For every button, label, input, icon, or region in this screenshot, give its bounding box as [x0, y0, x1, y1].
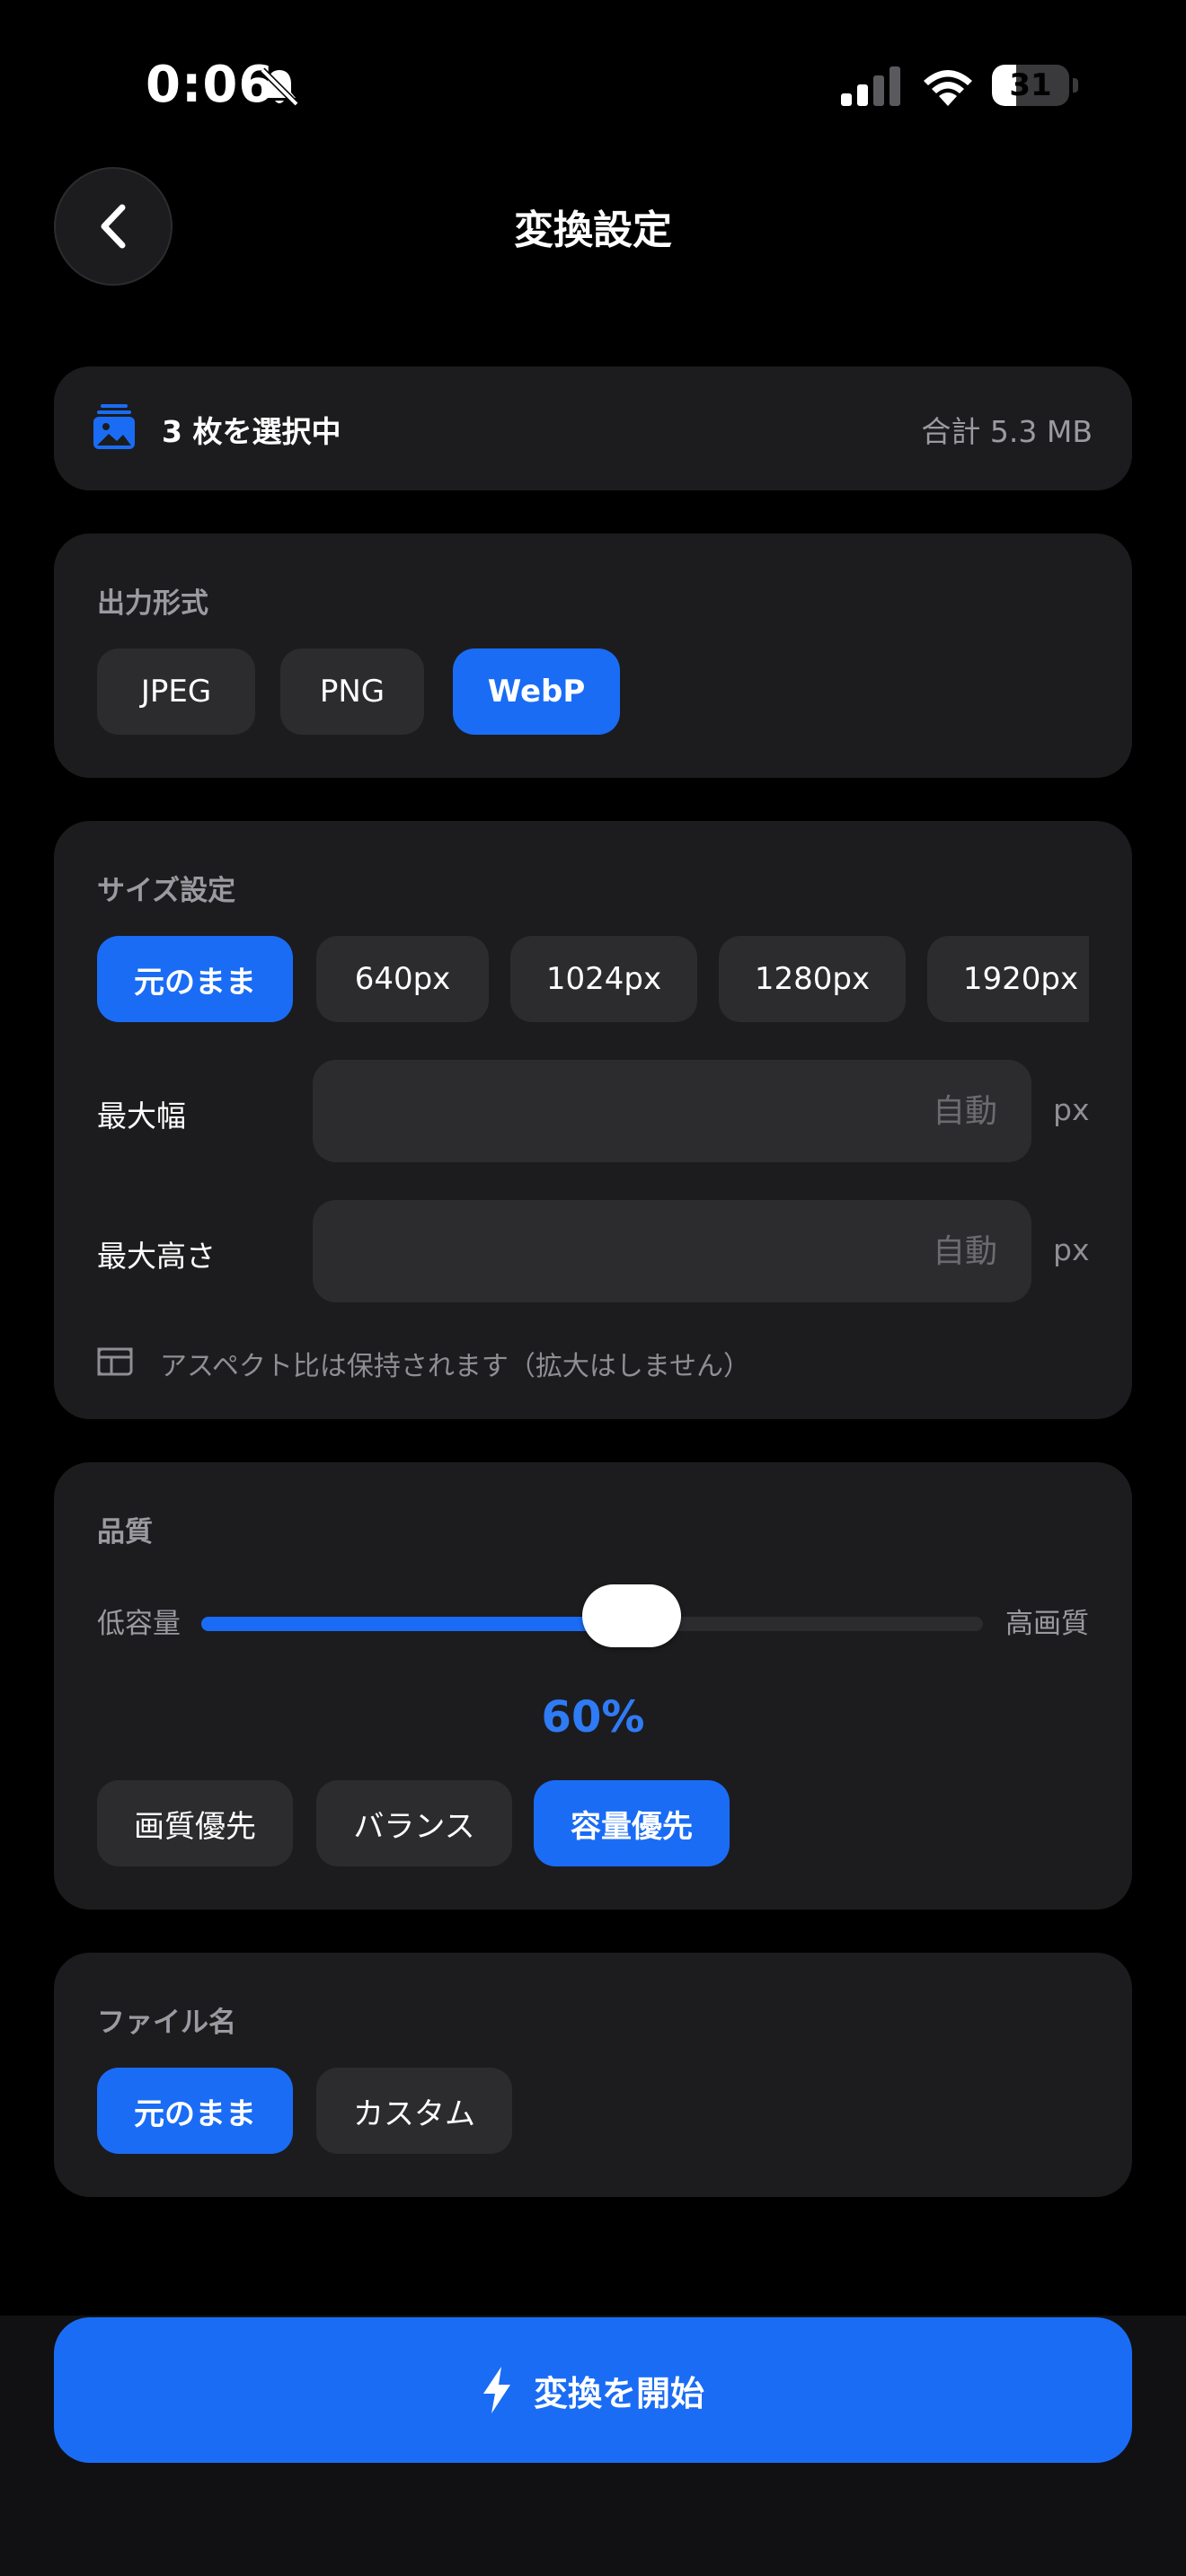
- quality-max-label: 高画質: [1005, 1608, 1089, 1640]
- selection-total-size: 合計 5.3 MB: [921, 414, 1093, 449]
- selection-count: 3 枚を選択中: [162, 414, 341, 449]
- format-option-png[interactable]: PNG: [280, 648, 424, 735]
- bell-off-icon: [260, 67, 299, 107]
- size-preset-original[interactable]: 元のまま: [97, 936, 293, 1022]
- output-format-card: 出力形式 JPEG PNG WebP: [54, 534, 1132, 778]
- filename-option-original[interactable]: 元のまま: [97, 2068, 293, 2154]
- max-height-input[interactable]: [313, 1200, 1031, 1302]
- cellular-signal-icon: [841, 66, 900, 106]
- quality-preset-size-priority[interactable]: 容量優先: [534, 1780, 730, 1866]
- quality-min-label: 低容量: [97, 1608, 181, 1640]
- quality-value: 60%: [541, 1692, 645, 1742]
- conversion-settings-screen: 0:06 31 変換設定 3 枚を選択中 合計 5.3 MB 出力形式 JPEG…: [0, 0, 1186, 2576]
- battery-indicator: 31: [992, 65, 1078, 106]
- size-settings-card: サイズ設定 元のまま 640px 1024px 1280px 1920px 最大…: [54, 821, 1132, 1419]
- quality-slider[interactable]: [201, 1584, 983, 1647]
- size-preset-1280[interactable]: 1280px: [719, 936, 906, 1022]
- format-option-jpeg[interactable]: JPEG: [97, 648, 255, 735]
- quality-label: 品質: [97, 1516, 153, 1548]
- status-bar: 0:06 31: [0, 0, 1186, 171]
- selection-summary-card: 3 枚を選択中 合計 5.3 MB: [54, 366, 1132, 490]
- quality-slider-fill: [201, 1617, 632, 1631]
- filename-option-custom[interactable]: カスタム: [316, 2068, 512, 2154]
- page-title: 変換設定: [514, 207, 672, 253]
- status-time: 0:06: [146, 56, 275, 114]
- size-preset-1920[interactable]: 1920px: [927, 936, 1089, 1022]
- aspect-ratio-note: アスペクト比は保持されます（拡大はしません）: [160, 1351, 750, 1382]
- size-preset-1024[interactable]: 1024px: [510, 936, 697, 1022]
- quality-preset-image-priority[interactable]: 画質優先: [97, 1780, 293, 1866]
- quality-preset-balance[interactable]: バランス: [316, 1780, 512, 1866]
- max-width-unit: px: [1053, 1092, 1090, 1127]
- bolt-icon: [482, 2367, 510, 2413]
- max-height-unit: px: [1053, 1232, 1090, 1267]
- quality-card: 品質 低容量 高画質 60% 画質優先 バランス 容量優先: [54, 1462, 1132, 1910]
- photo-stack-icon: [93, 404, 135, 449]
- filename-label: ファイル名: [97, 2007, 236, 2039]
- aspect-ratio-icon: [97, 1347, 133, 1376]
- filename-card: ファイル名 元のまま カスタム: [54, 1953, 1132, 2197]
- size-preset-640[interactable]: 640px: [316, 936, 489, 1022]
- battery-level: 31: [1009, 67, 1052, 103]
- start-conversion-label: 変換を開始: [533, 2373, 704, 2413]
- format-option-webp[interactable]: WebP: [453, 648, 620, 735]
- size-settings-label: サイズ設定: [97, 875, 236, 907]
- start-conversion-button[interactable]: 変換を開始: [54, 2317, 1132, 2463]
- max-height-label: 最大高さ: [97, 1239, 216, 1274]
- size-preset-row: 元のまま 640px 1024px 1280px 1920px: [54, 936, 1089, 1026]
- quality-slider-thumb[interactable]: [581, 1584, 681, 1647]
- wifi-icon: [924, 70, 972, 106]
- max-width-input[interactable]: [313, 1060, 1031, 1162]
- output-format-label: 出力形式: [97, 587, 208, 620]
- max-width-label: 最大幅: [97, 1098, 186, 1134]
